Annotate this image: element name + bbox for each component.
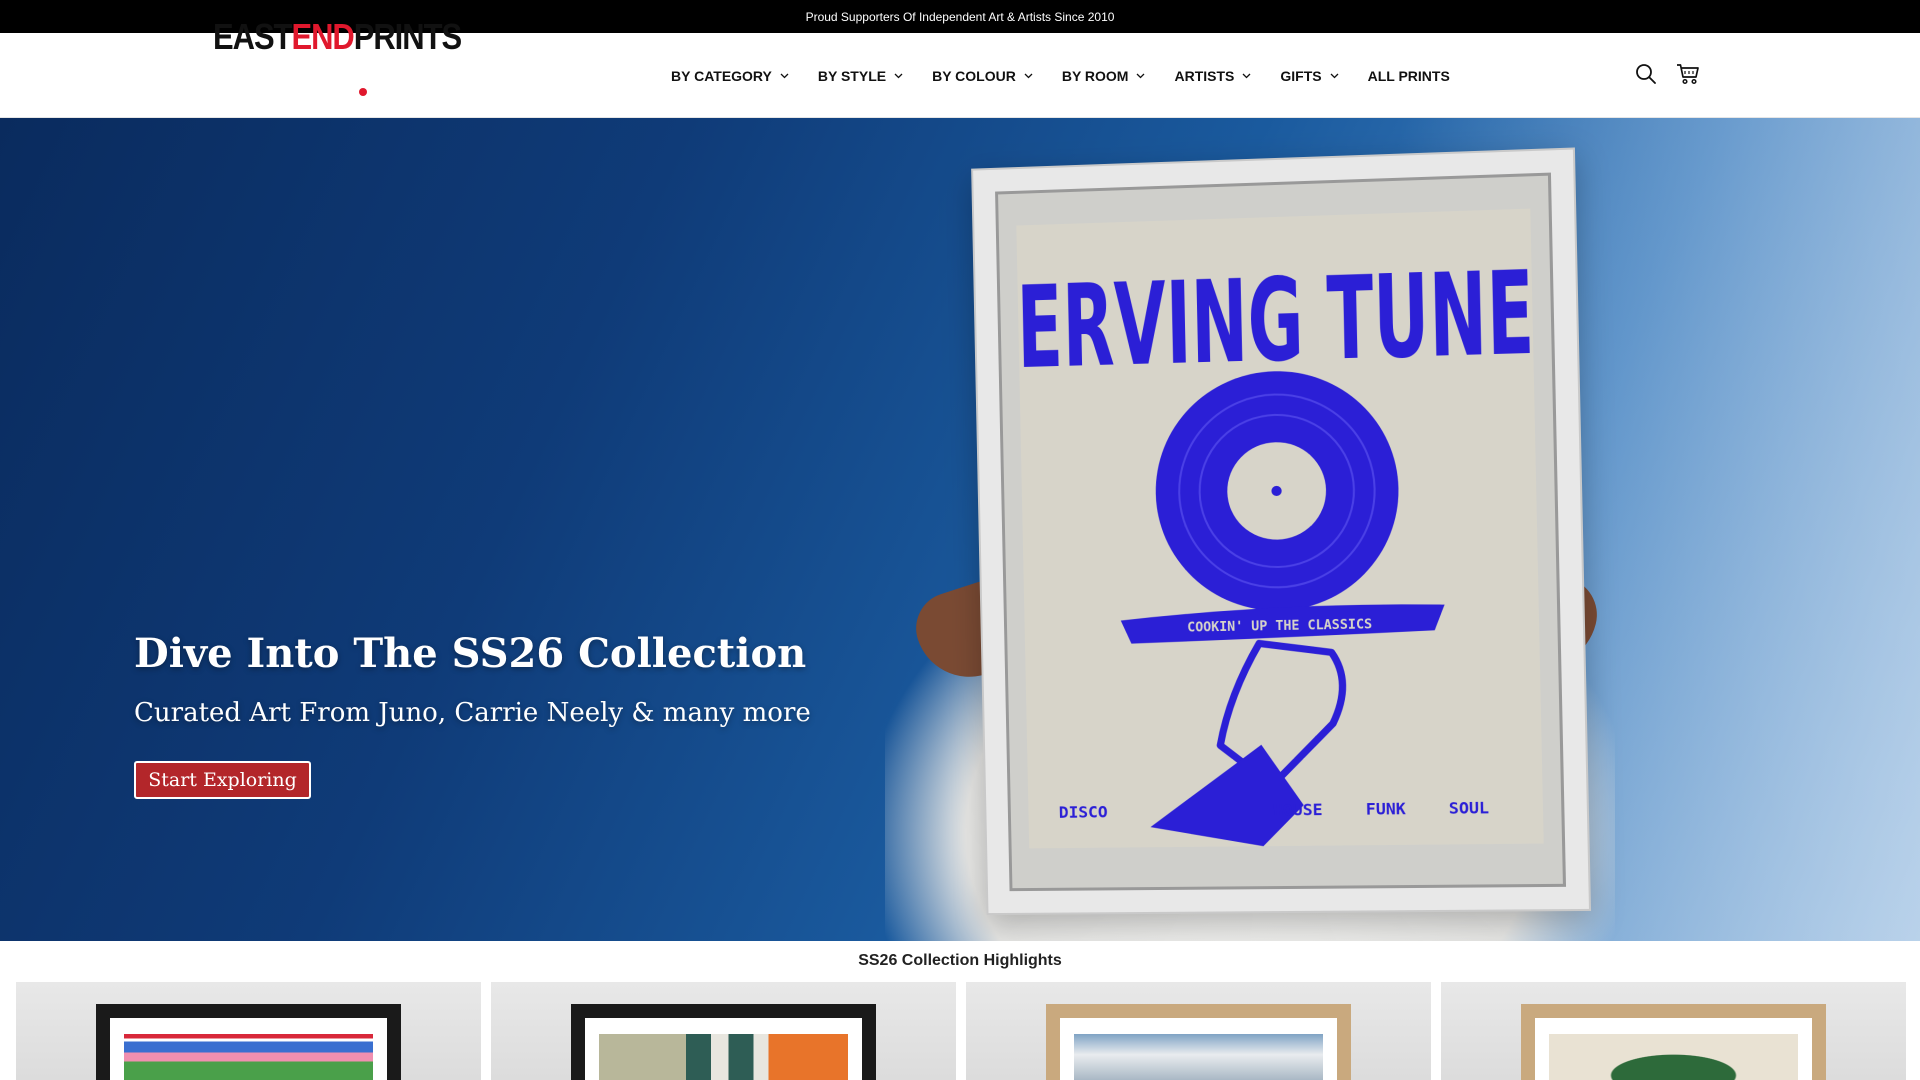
logo-prints: PRINTS <box>354 19 461 55</box>
highlight-card[interactable] <box>1441 982 1906 1080</box>
brand-logo[interactable]: EAST END PRINTS <box>213 19 461 69</box>
highlight-card[interactable] <box>16 982 481 1080</box>
poster-genre-disco: DISCO <box>1059 803 1108 822</box>
announcement-text: Proud Supporters Of Independent Art & Ar… <box>806 10 1115 24</box>
poster-artwork: SERVING TUNES COOKIN' UP THE CLASSICS DI… <box>1016 209 1543 849</box>
highlight-card[interactable] <box>966 982 1431 1080</box>
poster-genre-house: HOUSE <box>1273 800 1323 820</box>
product-artwork <box>124 1034 373 1080</box>
highlights-grid <box>16 982 1906 1080</box>
logo-end: END <box>291 19 353 55</box>
chevron-down-icon <box>1136 73 1145 79</box>
nav-label: BY COLOUR <box>932 68 1016 84</box>
product-frame <box>1521 1004 1826 1080</box>
nav-by-category[interactable]: BY CATEGORY <box>671 68 789 84</box>
hero-poster-frame: SERVING TUNES COOKIN' UP THE CLASSICS DI… <box>971 147 1591 915</box>
nav-label: BY CATEGORY <box>671 68 772 84</box>
nav-by-style[interactable]: BY STYLE <box>818 68 903 84</box>
logo-dot <box>359 88 367 96</box>
nav-label: BY STYLE <box>818 68 886 84</box>
logo-east: EAST <box>213 19 291 55</box>
nav-all-prints[interactable]: ALL PRINTS <box>1368 68 1450 84</box>
hero-subtitle: Curated Art From Juno, Carrie Neely & ma… <box>134 698 811 728</box>
chevron-down-icon <box>1330 73 1339 79</box>
highlight-card[interactable] <box>491 982 956 1080</box>
product-artwork <box>1549 1034 1798 1080</box>
poster-svg: SERVING TUNES COOKIN' UP THE CLASSICS DI… <box>1016 209 1543 849</box>
product-artwork <box>1074 1034 1323 1080</box>
highlights-title: SS26 Collection Highlights <box>0 952 1920 970</box>
search-icon[interactable] <box>1634 62 1658 86</box>
nav-label: ALL PRINTS <box>1368 68 1450 84</box>
nav-gifts[interactable]: GIFTS <box>1280 68 1338 84</box>
hero-title: Dive Into The SS26 Collection <box>134 630 806 677</box>
product-frame <box>96 1004 401 1080</box>
nav-label: BY ROOM <box>1062 68 1129 84</box>
main-nav: BY CATEGORY BY STYLE BY COLOUR BY ROOM A… <box>671 33 1450 118</box>
nav-artists[interactable]: ARTISTS <box>1174 68 1251 84</box>
frame-inner: SERVING TUNES COOKIN' UP THE CLASSICS DI… <box>995 173 1566 892</box>
product-frame <box>1046 1004 1351 1080</box>
product-artwork <box>599 1034 848 1080</box>
poster-genre-soul: SOUL <box>1449 798 1490 818</box>
start-exploring-button[interactable]: Start Exploring <box>134 761 311 799</box>
nav-by-colour[interactable]: BY COLOUR <box>932 68 1033 84</box>
nav-label: GIFTS <box>1280 68 1321 84</box>
hero-banner: SERVING TUNES COOKIN' UP THE CLASSICS DI… <box>0 118 1920 941</box>
chevron-down-icon <box>780 73 789 79</box>
cart-icon[interactable] <box>1676 62 1700 86</box>
header-icons <box>1634 62 1700 86</box>
poster-tray-text: COOKIN' UP THE CLASSICS <box>1187 617 1372 635</box>
chevron-down-icon <box>1024 73 1033 79</box>
nav-by-room[interactable]: BY ROOM <box>1062 68 1146 84</box>
chevron-down-icon <box>894 73 903 79</box>
poster-genre-funk: FUNK <box>1366 799 1407 818</box>
nav-label: ARTISTS <box>1174 68 1234 84</box>
chevron-down-icon <box>1242 73 1251 79</box>
product-frame <box>571 1004 876 1080</box>
